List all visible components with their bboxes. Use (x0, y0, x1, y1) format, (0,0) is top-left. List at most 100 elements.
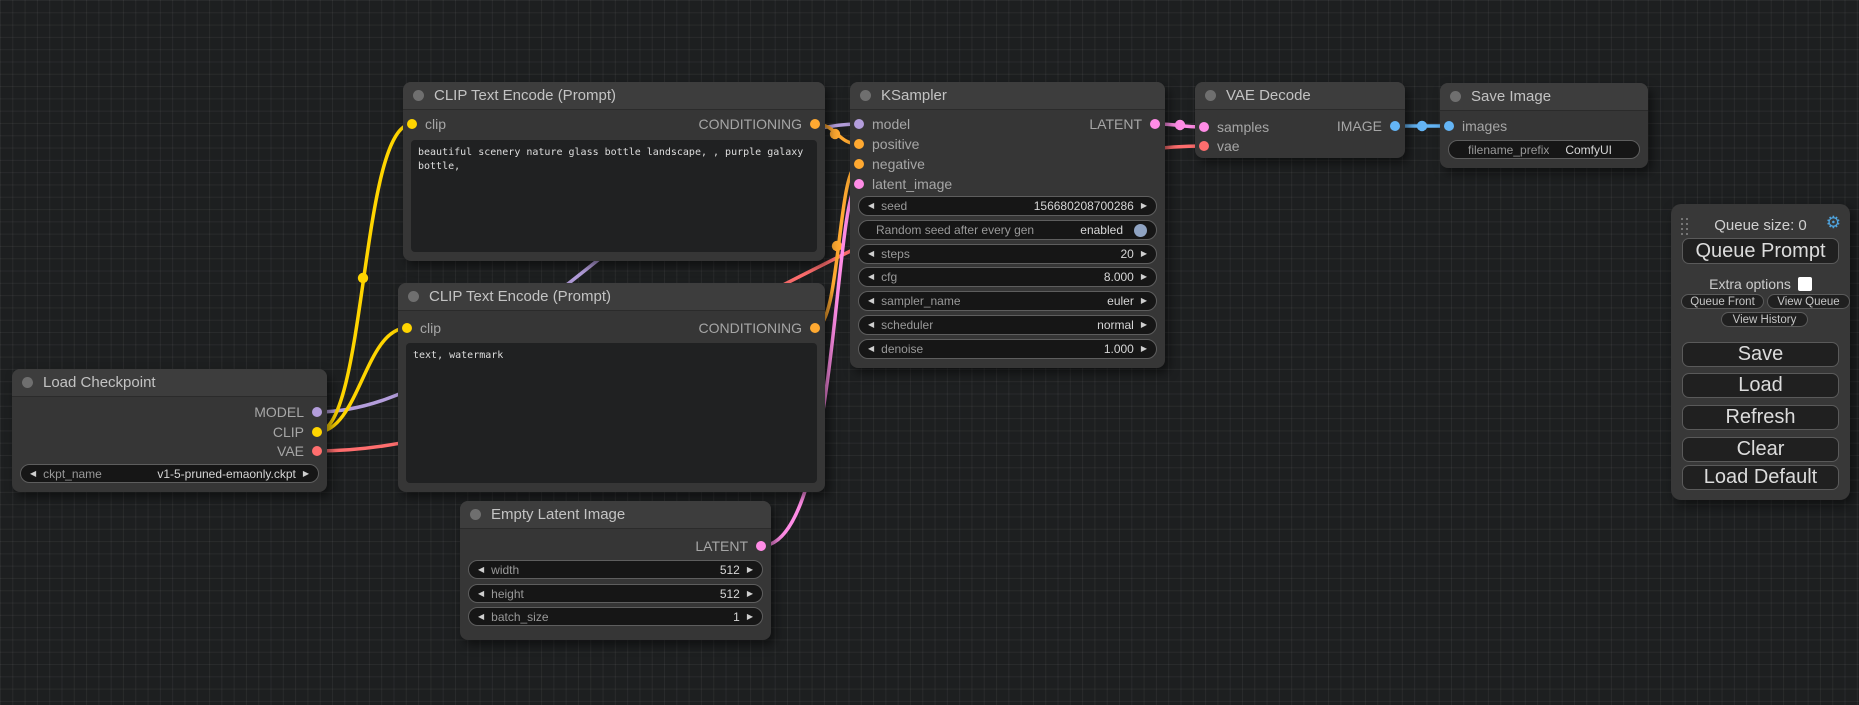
decrement-arrow[interactable]: ◀ (868, 297, 874, 305)
increment-arrow[interactable]: ▶ (1141, 345, 1147, 353)
save-button[interactable]: Save (1682, 342, 1839, 367)
input-slot-vae[interactable]: vae (1199, 137, 1240, 155)
collapse-dot-icon[interactable] (470, 509, 481, 520)
scheduler-widget[interactable]: ◀schedulernormal▶ (858, 315, 1157, 335)
vae-slot-dot[interactable] (1199, 141, 1209, 151)
increment-arrow[interactable]: ▶ (1141, 250, 1147, 258)
collapse-dot-icon[interactable] (1450, 91, 1461, 102)
collapse-dot-icon[interactable] (860, 90, 871, 101)
input-slot-samples[interactable]: samples (1199, 118, 1269, 136)
output-slot-CONDITIONING[interactable]: CONDITIONING (699, 115, 820, 133)
decrement-arrow[interactable]: ◀ (868, 250, 874, 258)
input-slot-positive[interactable]: positive (854, 135, 919, 153)
samples-slot-dot[interactable] (1199, 122, 1209, 132)
settings-gear-icon[interactable]: ⚙ (1826, 213, 1841, 233)
input-slot-model[interactable]: model (854, 115, 910, 133)
CONDITIONING-slot-dot[interactable] (810, 119, 820, 129)
negative-slot-dot[interactable] (854, 159, 864, 169)
seed-widget[interactable]: ◀seed156680208700286▶ (858, 196, 1157, 216)
output-slot-CLIP[interactable]: CLIP (273, 423, 322, 441)
input-slot-negative[interactable]: negative (854, 155, 925, 173)
decrement-arrow[interactable]: ◀ (868, 273, 874, 281)
queue-front-button[interactable]: Queue Front (1681, 294, 1764, 309)
cfg-widget[interactable]: ◀cfg8.000▶ (858, 267, 1157, 287)
LATENT-slot-dot[interactable] (756, 541, 766, 551)
node-clip-text-encode-negative[interactable]: CLIP Text Encode (Prompt) clip CONDITIONIN… (398, 283, 825, 492)
random-seed-after-every-gen-widget[interactable]: Random seed after every genenabled (858, 220, 1157, 240)
output-slot-IMAGE[interactable]: IMAGE (1337, 117, 1400, 135)
height-widget[interactable]: ◀height512▶ (468, 584, 763, 603)
clear-button[interactable]: Clear (1682, 437, 1839, 462)
increment-arrow[interactable]: ▶ (1141, 297, 1147, 305)
node-title-bar[interactable]: CLIP Text Encode (Prompt) (398, 283, 825, 311)
collapse-dot-icon[interactable] (1205, 90, 1216, 101)
output-slot-LATENT[interactable]: LATENT (695, 537, 766, 555)
output-slot-LATENT[interactable]: LATENT (1089, 115, 1160, 133)
CONDITIONING-slot-dot[interactable] (810, 323, 820, 333)
decrement-arrow[interactable]: ◀ (868, 345, 874, 353)
sampler_name-widget[interactable]: ◀sampler_nameeuler▶ (858, 291, 1157, 311)
decrement-arrow[interactable]: ◀ (868, 321, 874, 329)
batch_size-widget[interactable]: ◀batch_size1▶ (468, 607, 763, 626)
model-slot-dot[interactable] (854, 119, 864, 129)
output-slot-MODEL[interactable]: MODEL (254, 403, 322, 421)
clip-slot-dot[interactable] (402, 323, 412, 333)
node-title-bar[interactable]: VAE Decode (1195, 82, 1405, 110)
view-history-button[interactable]: View History (1721, 312, 1808, 327)
decrement-arrow[interactable]: ◀ (478, 566, 484, 574)
latent_image-slot-dot[interactable] (854, 179, 864, 189)
view-queue-button[interactable]: View Queue (1767, 294, 1850, 309)
width-widget[interactable]: ◀width512▶ (468, 560, 763, 579)
increment-arrow[interactable]: ▶ (1141, 321, 1147, 329)
node-clip-text-encode-positive[interactable]: CLIP Text Encode (Prompt) clip CONDITIONIN… (403, 82, 825, 261)
extra-options-checkbox[interactable] (1798, 277, 1812, 291)
increment-arrow[interactable]: ▶ (1141, 273, 1147, 281)
load-button[interactable]: Load (1682, 373, 1839, 398)
clip-slot-dot[interactable] (407, 119, 417, 129)
node-load-checkpoint[interactable]: Load Checkpoint MODEL CLIPVAE ◀ckpt_namev1-… (12, 369, 327, 492)
node-title-bar[interactable]: Save Image (1440, 83, 1648, 111)
ckpt_name-widget[interactable]: ◀ckpt_namev1-5-pruned-emaonly.ckpt▶ (20, 464, 319, 483)
node-save-image[interactable]: Save Image images filename_prefixComfyUI (1440, 83, 1648, 168)
collapse-dot-icon[interactable] (22, 377, 33, 388)
prompt-textarea[interactable]: text, watermark (406, 343, 817, 483)
node-vae-decode[interactable]: VAE Decode samplesvae IMAGE (1195, 82, 1405, 158)
increment-arrow[interactable]: ▶ (747, 590, 753, 598)
decrement-arrow[interactable]: ◀ (30, 470, 36, 478)
IMAGE-slot-dot[interactable] (1390, 121, 1400, 131)
collapse-dot-icon[interactable] (408, 291, 419, 302)
input-slot-latent_image[interactable]: latent_image (854, 175, 952, 193)
node-title-bar[interactable]: Load Checkpoint (12, 369, 327, 397)
VAE-slot-dot[interactable] (312, 446, 322, 456)
decrement-arrow[interactable]: ◀ (868, 202, 874, 210)
steps-widget[interactable]: ◀steps20▶ (858, 244, 1157, 264)
decrement-arrow[interactable]: ◀ (478, 590, 484, 598)
positive-slot-dot[interactable] (854, 139, 864, 149)
node-title-bar[interactable]: CLIP Text Encode (Prompt) (403, 82, 825, 110)
node-empty-latent-image[interactable]: Empty Latent Image LATENT ◀width512▶ ◀heigh… (460, 501, 771, 640)
output-slot-VAE[interactable]: VAE (277, 442, 322, 460)
increment-arrow[interactable]: ▶ (747, 566, 753, 574)
decrement-arrow[interactable]: ◀ (478, 613, 484, 621)
node-ksampler[interactable]: KSampler model positive negative latent_imag… (850, 82, 1165, 368)
node-title-bar[interactable]: Empty Latent Image (460, 501, 771, 529)
increment-arrow[interactable]: ▶ (747, 613, 753, 621)
node-title-bar[interactable]: KSampler (850, 82, 1165, 110)
refresh-button[interactable]: Refresh (1682, 405, 1839, 430)
prompt-textarea[interactable]: beautiful scenery nature glass bottle la… (411, 140, 817, 252)
input-slot-clip[interactable]: clip (402, 319, 441, 337)
input-slot-clip[interactable]: clip (407, 115, 446, 133)
toggle-knob[interactable] (1134, 224, 1147, 237)
collapse-dot-icon[interactable] (413, 90, 424, 101)
images-slot-dot[interactable] (1444, 121, 1454, 131)
denoise-widget[interactable]: ◀denoise1.000▶ (858, 339, 1157, 359)
increment-arrow[interactable]: ▶ (303, 470, 309, 478)
load-default-button[interactable]: Load Default (1682, 465, 1839, 490)
queue-prompt-button[interactable]: Queue Prompt (1682, 238, 1839, 264)
MODEL-slot-dot[interactable] (312, 407, 322, 417)
output-slot-CONDITIONING[interactable]: CONDITIONING (699, 319, 820, 337)
input-slot-images[interactable]: images (1444, 117, 1507, 135)
increment-arrow[interactable]: ▶ (1141, 202, 1147, 210)
CLIP-slot-dot[interactable] (312, 427, 322, 437)
filename_prefix-widget[interactable]: filename_prefixComfyUI (1448, 140, 1640, 159)
